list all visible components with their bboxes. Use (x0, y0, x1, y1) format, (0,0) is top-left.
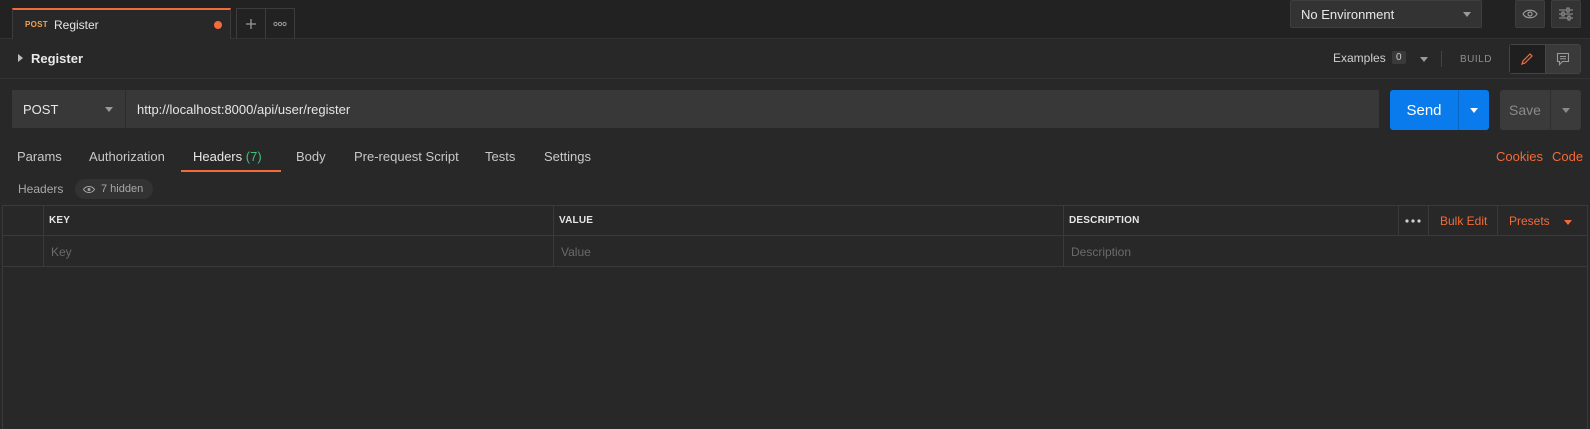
hidden-headers-count: 7 hidden (101, 183, 144, 195)
tab-tests[interactable]: Tests (485, 149, 515, 164)
column-divider (43, 206, 44, 235)
eye-icon (1522, 9, 1538, 19)
headers-section-label: Headers (18, 182, 64, 196)
column-divider (1428, 206, 1429, 235)
tab-headers-label: Headers (193, 149, 243, 164)
tab-options-button[interactable] (265, 8, 295, 39)
code-link[interactable]: Code (1552, 149, 1583, 164)
mode-toggle (1509, 44, 1581, 74)
more-options-icon (273, 21, 287, 27)
examples-count-badge: 0 (1392, 51, 1406, 64)
request-name-row: Register Examples 0 BUILD (0, 39, 1590, 79)
tab-headers-count: (7) (245, 149, 262, 164)
chevron-down-icon (105, 107, 113, 112)
caret-right-icon[interactable] (18, 54, 23, 62)
column-header-description: DESCRIPTION (1069, 215, 1140, 226)
cookies-link[interactable]: Cookies (1496, 149, 1543, 164)
method-select-value: POST (23, 101, 59, 117)
request-tab[interactable]: POST Register (12, 8, 231, 39)
tab-prerequest-script[interactable]: Pre-request Script (354, 149, 459, 164)
send-button[interactable]: Send (1390, 90, 1489, 130)
plus-icon (246, 19, 256, 29)
table-row: Key Value Description (3, 236, 1587, 267)
unsaved-dot-icon (214, 21, 222, 29)
send-button-label[interactable]: Send (1390, 90, 1458, 130)
hidden-headers-toggle[interactable]: 7 hidden (75, 179, 154, 199)
tab-headers[interactable]: Headers (7) (193, 149, 262, 164)
presets-chevron-down-icon[interactable] (1564, 220, 1572, 225)
divider (1441, 51, 1442, 67)
tab-settings[interactable]: Settings (544, 149, 591, 164)
tab-params[interactable]: Params (17, 149, 62, 164)
comment-icon (1556, 52, 1569, 66)
column-divider (553, 206, 554, 235)
value-input[interactable]: Value (561, 245, 591, 259)
request-title[interactable]: Register (31, 51, 83, 66)
more-actions-icon[interactable] (1405, 219, 1421, 223)
examples-chevron-down-icon[interactable] (1420, 57, 1428, 62)
tab-body[interactable]: Body (296, 149, 326, 164)
comments-mode-button[interactable] (1545, 45, 1580, 73)
environment-select-value: No Environment (1301, 6, 1395, 22)
tab-authorization[interactable]: Authorization (89, 149, 165, 164)
eye-icon (83, 185, 95, 193)
column-divider (1063, 236, 1064, 266)
column-divider (1063, 206, 1064, 235)
table-header-row: KEY VALUE DESCRIPTION Bulk Edit Presets (3, 205, 1587, 236)
new-tab-button[interactable] (236, 8, 266, 39)
url-input[interactable] (126, 90, 1379, 128)
chevron-down-icon (1562, 107, 1570, 113)
send-options-button[interactable] (1458, 90, 1489, 130)
column-divider (1497, 206, 1498, 235)
environment-select[interactable]: No Environment (1290, 0, 1482, 28)
tab-bar: POST Register No Environment (0, 0, 1590, 39)
headers-table: KEY VALUE DESCRIPTION Bulk Edit Presets … (2, 205, 1588, 429)
description-input[interactable]: Description (1071, 245, 1131, 259)
request-tab-name: Register (53, 17, 99, 32)
save-button[interactable]: Save (1500, 90, 1581, 130)
active-tab-indicator (181, 170, 281, 172)
save-button-label[interactable]: Save (1500, 90, 1550, 130)
chevron-down-icon (1463, 12, 1471, 17)
environment-quick-look-button[interactable] (1515, 0, 1545, 28)
column-divider (43, 236, 44, 266)
bulk-edit-link[interactable]: Bulk Edit (1440, 214, 1487, 228)
presets-dropdown[interactable]: Presets (1509, 214, 1550, 228)
request-tab-method: POST (25, 20, 48, 29)
save-options-button[interactable] (1550, 90, 1581, 130)
column-divider (553, 236, 554, 266)
key-input[interactable]: Key (51, 245, 72, 259)
manage-environments-button[interactable] (1551, 0, 1581, 28)
method-select[interactable]: POST (12, 90, 126, 128)
examples-button[interactable]: Examples (1333, 51, 1386, 65)
column-header-key: KEY (49, 215, 71, 226)
pencil-icon (1521, 53, 1534, 65)
edit-mode-button[interactable] (1510, 45, 1546, 73)
settings-sliders-icon (1559, 7, 1573, 21)
build-mode-label: BUILD (1460, 54, 1492, 65)
chevron-down-icon (1470, 107, 1478, 113)
column-header-value: VALUE (559, 215, 594, 226)
column-divider (1398, 206, 1399, 235)
